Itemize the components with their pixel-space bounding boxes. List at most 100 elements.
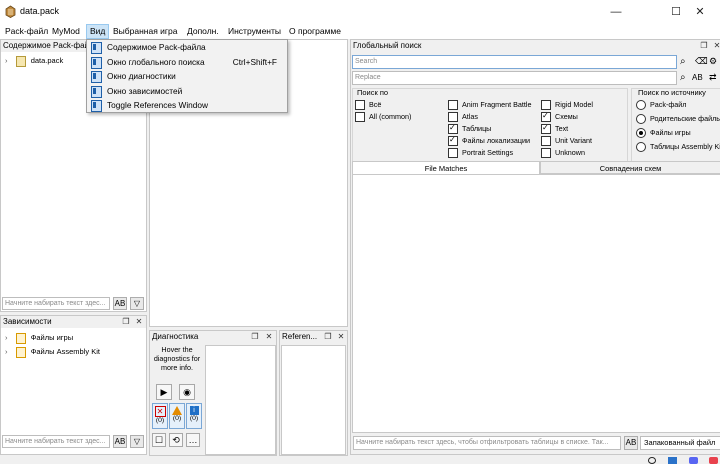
source-parent-files[interactable]: Родительские файлы: [636, 113, 720, 126]
menu-tools[interactable]: Инструменты: [225, 24, 284, 39]
menu-item-references[interactable]: Toggle References Window: [88, 98, 287, 113]
radio-selected-icon[interactable]: [636, 128, 646, 139]
source-pack-file[interactable]: Pack-файл: [636, 99, 687, 112]
play-icon[interactable]: ▶: [156, 384, 172, 400]
patreon-icon[interactable]: [709, 457, 718, 464]
search-icon[interactable]: ⌕: [680, 71, 692, 85]
app-icon: [5, 5, 16, 18]
option-all-common[interactable]: All (common): [355, 111, 411, 124]
tab-file-matches[interactable]: File Matches: [352, 161, 540, 174]
checkbox-icon[interactable]: [541, 136, 551, 147]
radio-icon[interactable]: [636, 142, 646, 153]
menu-view[interactable]: Вид: [86, 24, 110, 39]
replace-all-icon[interactable]: ⇄: [709, 71, 720, 85]
close-icon[interactable]: ✕: [134, 317, 144, 327]
more-icon[interactable]: …: [186, 433, 200, 447]
case-sensitive-button[interactable]: AB: [624, 436, 638, 450]
menu-about[interactable]: О программе: [286, 24, 344, 39]
filter-toggle-button[interactable]: ▽: [130, 297, 144, 310]
close-icon[interactable]: ✕: [264, 332, 274, 342]
github-icon[interactable]: [648, 457, 656, 464]
clear-icon[interactable]: ⌫: [695, 55, 708, 69]
minimize-icon[interactable]: —: [596, 3, 636, 21]
chevron-right-icon[interactable]: ›: [5, 56, 8, 65]
error-filter-button[interactable]: ✕ (0): [152, 403, 168, 429]
references-list[interactable]: [281, 345, 346, 455]
search-input[interactable]: Search: [352, 55, 677, 69]
checkbox-icon[interactable]: [448, 100, 458, 111]
checkbox-checked-icon[interactable]: [448, 134, 458, 147]
menu-item-diagnostics[interactable]: Окно диагностики: [88, 69, 287, 84]
float-icon[interactable]: ❐: [250, 332, 260, 342]
checkbox-icon[interactable]: [448, 112, 458, 123]
replace-input[interactable]: Replace: [352, 71, 677, 85]
radio-icon[interactable]: [636, 100, 646, 111]
option-rigid-model[interactable]: Rigid Model: [541, 99, 593, 112]
tab-schema-matches[interactable]: Совпадения схем: [540, 161, 720, 174]
menu-bar: Pack-файл MyMod Вид Выбранная игра Допол…: [0, 24, 720, 39]
search-icon[interactable]: ⌕: [680, 55, 692, 69]
option-unit-variant[interactable]: Unit Variant: [541, 135, 592, 148]
menu-item-dependencies[interactable]: Окно зависимостей: [88, 84, 287, 99]
menu-item-pack-contents[interactable]: Содержимое Pack-файла: [88, 40, 287, 55]
checkbox-checked-icon[interactable]: [541, 122, 551, 135]
case-sensitive-button[interactable]: AB: [692, 71, 706, 85]
menu-extra[interactable]: Дополн.: [184, 24, 222, 39]
checkbox-checked-icon[interactable]: [541, 110, 551, 123]
menu-mymod[interactable]: MyMod: [49, 24, 83, 39]
warning-file-icon: [15, 346, 26, 358]
option-unknown[interactable]: Unknown: [541, 147, 585, 160]
menu-selected-game[interactable]: Выбранная игра: [110, 24, 181, 39]
settings-icon[interactable]: ⚙: [709, 55, 720, 69]
check-pack-icon[interactable]: ◉: [179, 384, 195, 400]
search-results-filter-input[interactable]: Начните набирать текст здесь, чтобы отфи…: [353, 436, 621, 450]
chevron-right-icon[interactable]: ›: [5, 347, 8, 356]
checkbox-icon[interactable]: [355, 100, 365, 111]
warning-icon: [172, 406, 182, 415]
error-icon: ✕: [154, 406, 166, 417]
search-source-title: Поиск по источнику: [638, 88, 706, 97]
window-icon: [91, 100, 102, 112]
file-matches-list[interactable]: [352, 174, 720, 433]
option-loc-files[interactable]: Файлы локализации: [448, 134, 530, 148]
close-icon[interactable]: ✕: [680, 3, 720, 21]
checkbox-checked-icon[interactable]: [448, 122, 458, 135]
checkbox-icon[interactable]: [541, 148, 551, 159]
select-icon[interactable]: ☐: [152, 433, 166, 447]
discord-icon[interactable]: [689, 457, 698, 464]
float-icon[interactable]: ❐: [121, 317, 131, 327]
menu-item-global-search[interactable]: Окно глобального поиска Ctrl+Shift+F: [88, 55, 287, 70]
option-portrait-settings[interactable]: Portrait Settings: [448, 147, 513, 160]
refresh-icon[interactable]: ⟲: [169, 433, 183, 447]
checkbox-icon[interactable]: [541, 100, 551, 111]
source-assembly-kit[interactable]: Таблицы Assembly Kit: [636, 141, 720, 154]
close-icon[interactable]: ✕: [712, 41, 720, 51]
source-game-files[interactable]: Файлы игры: [636, 127, 691, 140]
case-sensitive-button[interactable]: AB: [113, 297, 127, 310]
checkbox-icon[interactable]: [448, 148, 458, 159]
float-icon[interactable]: ❐: [323, 332, 333, 342]
case-sensitive-button[interactable]: AB: [113, 435, 127, 448]
float-icon[interactable]: ❐: [699, 41, 709, 51]
option-anim-fragment[interactable]: Anim Fragment Battle: [448, 99, 532, 112]
tree-item[interactable]: › data.pack: [5, 55, 63, 67]
dependency-item-assembly-kit[interactable]: › Файлы Assembly Kit: [5, 346, 100, 358]
close-icon[interactable]: ✕: [336, 332, 346, 342]
warning-filter-button[interactable]: (0): [169, 403, 185, 429]
window-title: data.pack: [20, 6, 60, 16]
filter-toggle-button[interactable]: ▽: [130, 435, 144, 448]
pack-filter-input[interactable]: Начните набирать текст здес...: [2, 297, 110, 310]
dependencies-pane: Зависимости ❐ ✕ › Файлы игры › Файлы Ass…: [0, 315, 147, 455]
menu-pack-file[interactable]: Pack-файл: [2, 24, 51, 39]
dependency-item-game[interactable]: › Файлы игры: [5, 332, 73, 344]
source-select[interactable]: Запакованный файл: [640, 436, 720, 450]
diagnostics-list[interactable]: [205, 345, 276, 455]
option-all[interactable]: Всё: [355, 99, 381, 112]
checkbox-icon[interactable]: [355, 112, 365, 123]
radio-icon[interactable]: [636, 114, 646, 125]
info-filter-button[interactable]: i (0): [186, 403, 202, 429]
option-text[interactable]: Text: [541, 122, 568, 136]
dependencies-filter-input[interactable]: Начните набирать текст здес...: [2, 435, 110, 448]
docs-icon[interactable]: [668, 457, 677, 464]
chevron-right-icon[interactable]: ›: [5, 333, 8, 342]
